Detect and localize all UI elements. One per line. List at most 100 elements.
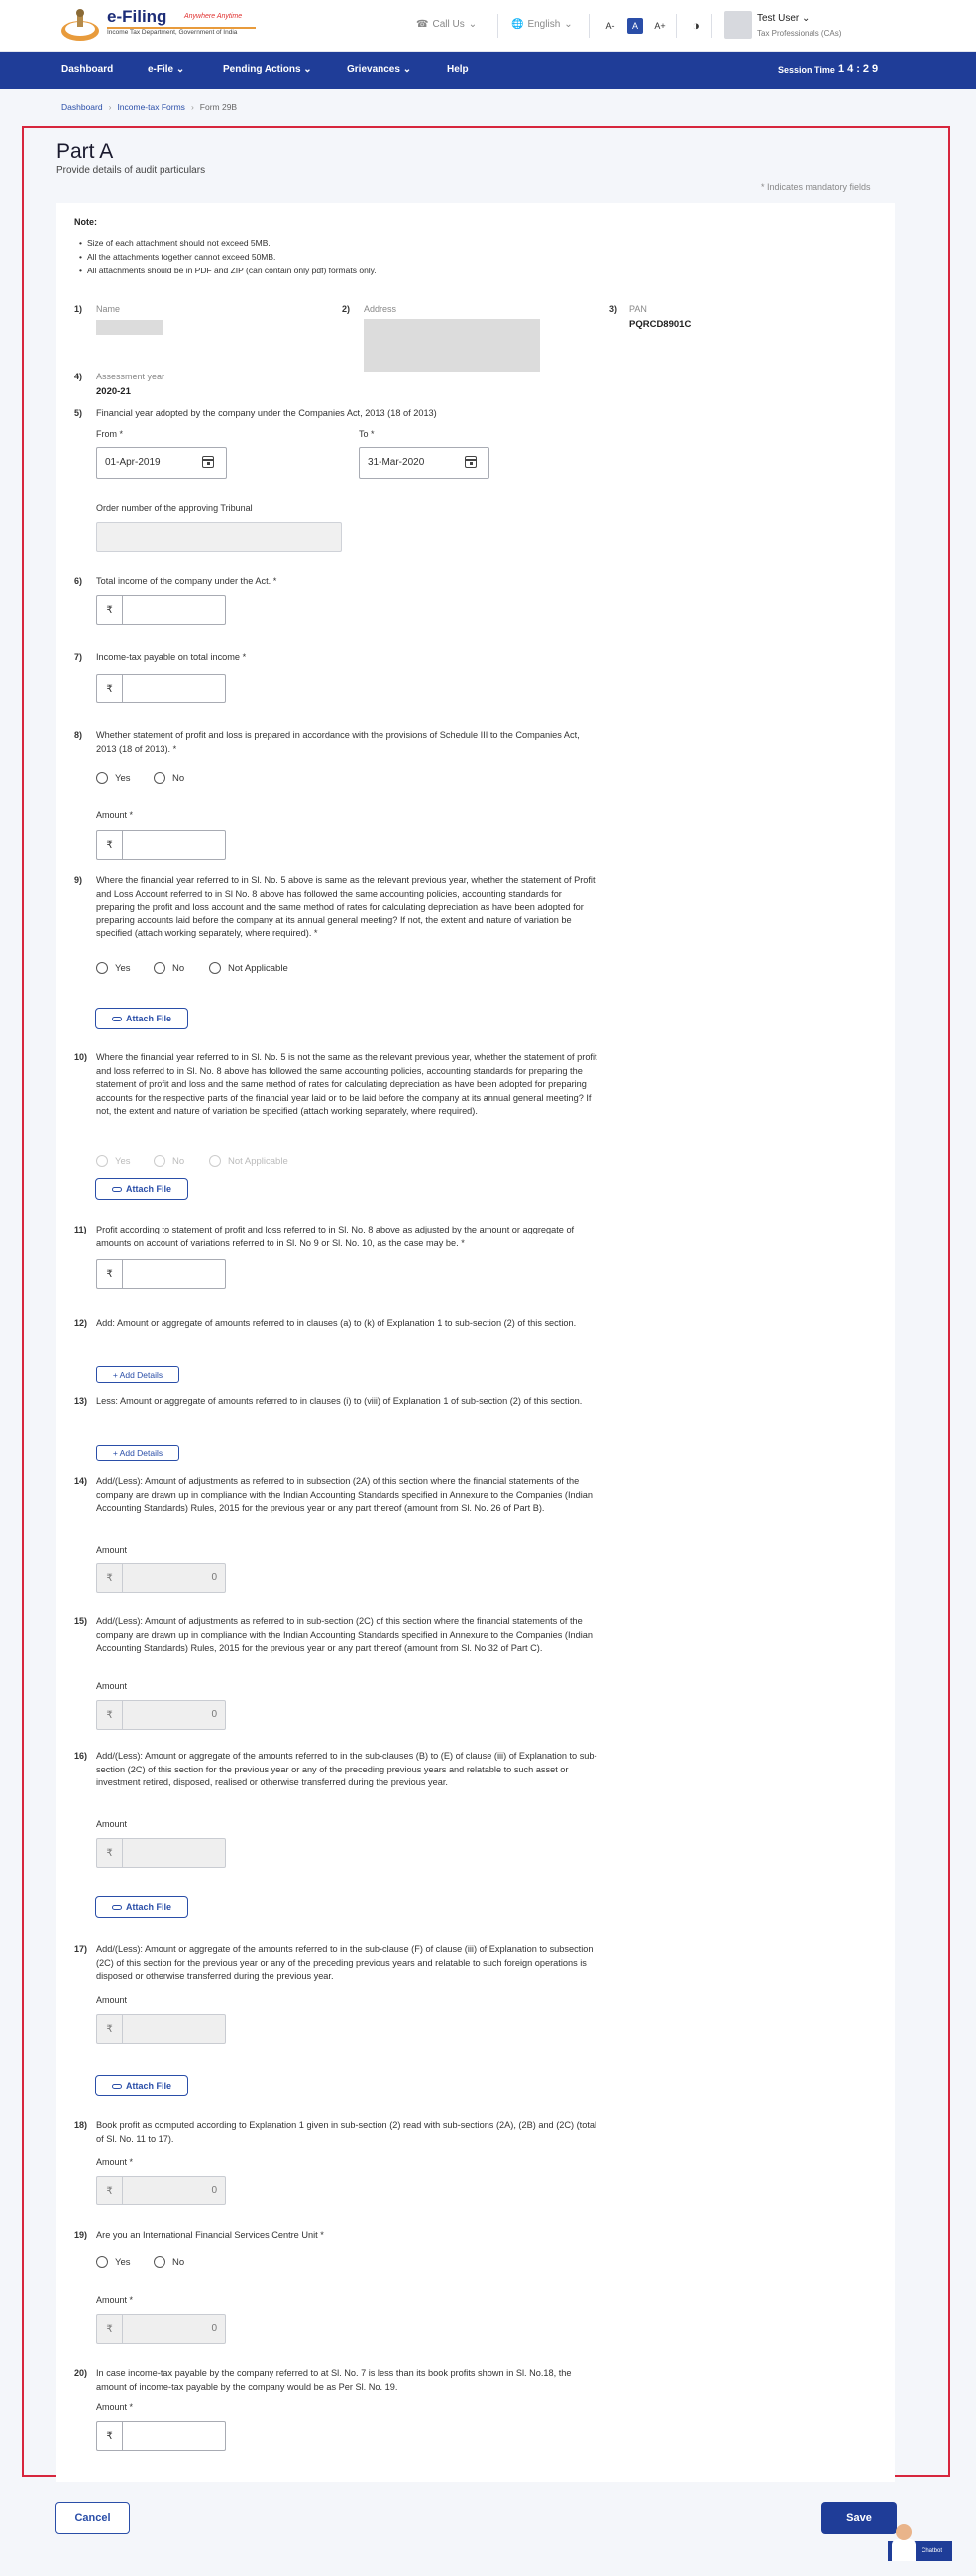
q20-text: In case income-tax payable by the compan… [96,2368,572,2392]
q11-text: Profit according to statement of profit … [96,1225,575,1248]
q10-attach-file-button[interactable]: Attach File [95,1178,188,1200]
font-normal-button[interactable]: A [627,18,643,34]
call-us-label: Call Us [432,19,465,30]
note-heading: Note: [74,217,97,227]
nav-help[interactable]: Help [447,64,469,75]
q16-amount-label: Amount [96,1819,128,1829]
q13-text: Less: Amount or aggregate of amounts ref… [96,1396,583,1406]
q5-number: 5) [74,408,83,418]
q19-yes-radio[interactable]: Yes [96,2256,131,2268]
q14-amount-label: Amount [96,1545,128,1555]
q8-number: 8) [74,730,83,740]
q12-add-details-button[interactable]: + Add Details [96,1366,179,1383]
q8-no-radio[interactable]: No [154,772,184,784]
q11-number: 11) [74,1225,87,1234]
nav-dashboard[interactable]: Dashboard [61,64,113,75]
q7-number: 7) [74,652,83,662]
attachment-icon [111,2083,122,2089]
pan-value: PQRCD8901C [629,319,692,330]
total-income-input[interactable]: ₹ [96,595,226,625]
q10-not-applicable-radio: Not Applicable [209,1155,288,1167]
q15-number: 15) [74,1616,88,1626]
page-title: Part A [56,140,114,162]
pan-label: PAN [629,304,647,314]
to-label: To * [359,429,375,439]
call-us-menu[interactable]: ☎ Call Us ⌄ [416,19,477,30]
q12-text: Add: Amount or aggregate of amounts refe… [96,1318,577,1328]
q6-number: 6) [74,576,83,586]
nav-pending-actions[interactable]: Pending Actions ⌄ [223,64,312,75]
q17-amount-input: ₹ [96,2014,226,2044]
q5-text: Financial year adopted by the company un… [96,408,437,418]
q9-yes-radio[interactable]: Yes [96,962,131,974]
top-header: e-Filing Anywhere Anytime Income Tax Dep… [0,0,976,52]
q13-add-details-button[interactable]: + Add Details [96,1445,179,1461]
divider [676,14,677,38]
breadcrumb: Dashboard › Income-tax Forms › Form 29B [61,102,237,112]
q9-attach-file-button[interactable]: Attach File [95,1008,188,1029]
breadcrumb-forms[interactable]: Income-tax Forms [117,102,185,112]
logo-tagline: Anywhere Anytime [184,13,243,20]
session-time-value: 14:29 [838,63,882,75]
q7-text: Income-tax payable on total income * [96,652,247,662]
calendar-icon[interactable] [464,456,477,468]
session-time-label: Session Time [778,65,835,75]
q20-number: 20) [74,2368,88,2378]
contrast-icon[interactable]: ◑ [688,18,704,34]
q20-amount-input[interactable]: ₹ [96,2421,226,2451]
q9-no-radio[interactable]: No [154,962,184,974]
q14-amount-input: ₹0 [96,1563,226,1593]
emblem-icon [61,9,99,41]
income-tax-payable-input[interactable]: ₹ [96,674,226,703]
nav-grievances[interactable]: Grievances ⌄ [347,64,411,75]
note-item: All attachments should be in PDF and ZIP… [79,264,377,277]
to-date-input[interactable]: 31-Mar-2020 [359,447,489,479]
note-item: All the attachments together cannot exce… [79,250,377,264]
attachment-icon [111,1904,122,1910]
q19-amount-input: ₹0 [96,2314,226,2344]
q17-number: 17) [74,1944,88,1954]
chatbot-widget[interactable]: Chatbot [888,2522,952,2561]
q14-text: Add/(Less): Amount of adjustments as ref… [96,1476,594,1513]
q16-text: Add/(Less): Amount or aggregate of the a… [96,1751,597,1787]
avatar[interactable] [724,11,752,39]
note-item: Size of each attachment should not excee… [79,236,377,250]
logo-title: e-Filing [107,7,167,26]
q8-amount-input[interactable]: ₹ [96,830,226,860]
q15-amount-label: Amount [96,1681,128,1691]
q10-number: 10) [74,1052,88,1062]
name-label: Name [96,304,121,314]
language-selector[interactable]: 🌐 English ⌄ [511,19,573,30]
q16-amount-input: ₹ [96,1838,226,1868]
efiling-logo[interactable]: e-Filing Anywhere Anytime Income Tax Dep… [59,5,258,47]
chevron-down-icon: ⌄ [564,19,573,30]
breadcrumb-dashboard[interactable]: Dashboard [61,102,103,112]
save-button[interactable]: Save [821,2502,897,2534]
q17-amount-label: Amount [96,1995,128,2005]
name-value-redacted [96,320,163,335]
q10-no-radio: No [154,1155,184,1167]
q17-attach-file-button[interactable]: Attach File [95,2075,188,2096]
tribunal-label: Order number of the approving Tribunal [96,503,253,513]
font-decrease-button[interactable]: A- [602,18,618,34]
q18-amount-label: Amount * [96,2157,134,2167]
cancel-button[interactable]: Cancel [55,2502,130,2534]
q3-number: 3) [609,304,618,314]
divider [589,14,590,38]
font-increase-button[interactable]: A+ [652,18,668,34]
nav-efile[interactable]: e-File ⌄ [148,64,184,75]
q8-yes-radio[interactable]: Yes [96,772,131,784]
chatbot-avatar-icon [896,2524,912,2540]
q18-number: 18) [74,2120,88,2130]
calendar-icon[interactable] [201,456,214,468]
user-name[interactable]: Test User ⌄ [757,13,810,24]
q11-amount-input[interactable]: ₹ [96,1259,226,1289]
language-label: English [527,19,561,30]
from-date-input[interactable]: 01-Apr-2019 [96,447,227,479]
globe-icon: 🌐 [511,19,524,30]
q16-attach-file-button[interactable]: Attach File [95,1896,188,1918]
q9-not-applicable-radio[interactable]: Not Applicable [209,962,288,974]
q19-no-radio[interactable]: No [154,2256,184,2268]
q9-text: Where the financial year referred to in … [96,875,596,938]
logo-subtitle: Income Tax Department, Government of Ind… [107,29,238,36]
